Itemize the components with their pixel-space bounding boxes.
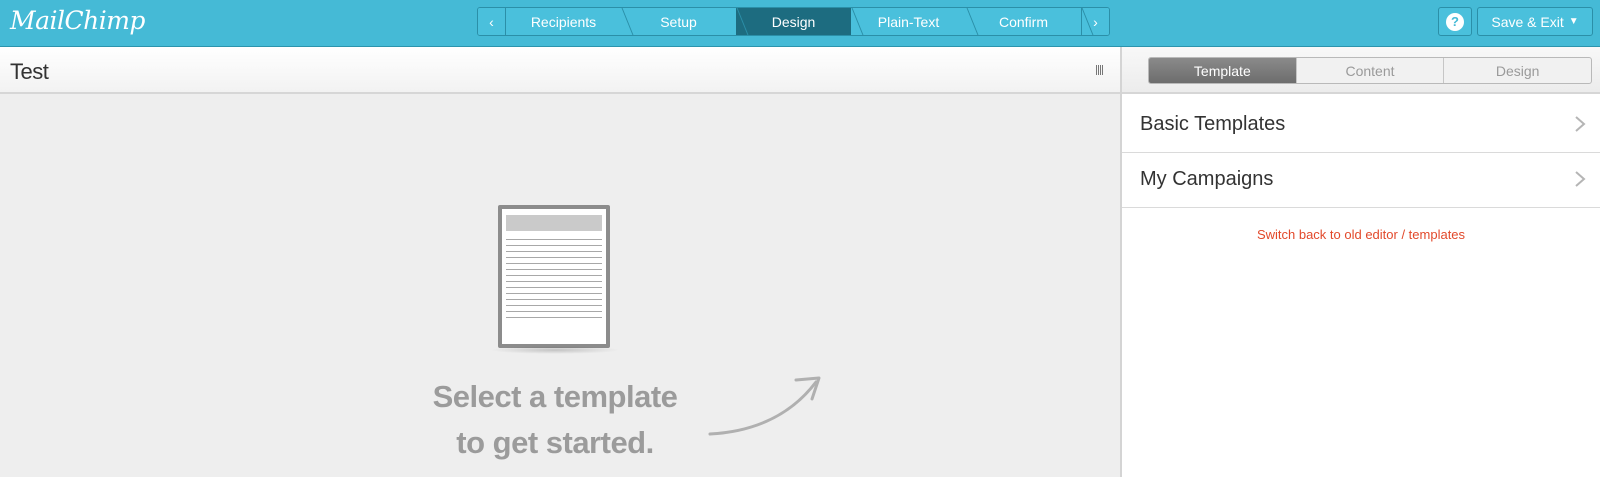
curved-arrow-icon [708,376,821,436]
caret-down-icon: ▼ [1568,16,1579,27]
step-label: Plain-Text [877,13,940,30]
question-icon: ? [1446,12,1464,31]
editor-canvas: Select a template to get started. [0,94,1120,477]
logo-text: MailChimp [10,6,145,35]
sidebar-tab-bar: Template Content Design [1122,47,1600,94]
empty-state-line-2: to get started. [456,425,654,460]
document-shadow [490,346,620,354]
chevron-right-icon [1575,171,1586,187]
chevron-left-icon: ‹ [489,13,494,30]
empty-state-message: Select a template to get started. [380,374,730,466]
tab-content[interactable]: Content [1297,58,1445,83]
campaign-title: Test [10,59,49,84]
tab-design[interactable]: Design [1444,58,1591,83]
mailchimp-logo[interactable]: MailChimp [10,6,145,35]
step-confirm[interactable]: Confirm [966,8,1081,35]
switch-old-editor-link[interactable]: Switch back to old editor / templates [1122,227,1600,242]
step-label: Confirm [998,13,1048,30]
campaign-steps: ‹ Recipients Setup Design Plain-Text Con… [477,7,1110,36]
step-plain-text[interactable]: Plain-Text [851,8,966,35]
step-setup[interactable]: Setup [621,8,736,35]
step-recipients[interactable]: Recipients [506,8,621,35]
help-button[interactable]: ? [1438,7,1472,36]
save-exit-label: Save & Exit [1491,13,1564,30]
step-label: Design [771,13,816,30]
template-document-icon [498,205,610,348]
tab-template[interactable]: Template [1149,58,1297,83]
menu-item-label: Basic Templates [1140,112,1286,135]
save-exit-button[interactable]: Save & Exit ▼ [1477,7,1593,36]
menu-item-basic-templates[interactable]: Basic Templates [1122,96,1600,153]
step-label: Setup [660,13,697,30]
template-sidebar: Template Content Design Basic Templates … [1120,47,1600,477]
chevron-right-icon: › [1093,13,1098,30]
step-label: Recipients [530,13,597,30]
panel-resize-grip-icon[interactable] [1096,65,1104,75]
top-bar: MailChimp ‹ Recipients Setup Design Plai… [0,0,1600,47]
editor-header: Test [0,47,1120,94]
empty-state-line-1: Select a template [432,379,678,414]
step-design[interactable]: Design [736,8,851,35]
menu-item-label: My Campaigns [1140,167,1274,190]
sidebar-tabs: Template Content Design [1148,57,1592,84]
chevron-right-icon [1575,116,1586,132]
prev-step-button[interactable]: ‹ [478,8,506,35]
menu-item-my-campaigns[interactable]: My Campaigns [1122,151,1600,208]
